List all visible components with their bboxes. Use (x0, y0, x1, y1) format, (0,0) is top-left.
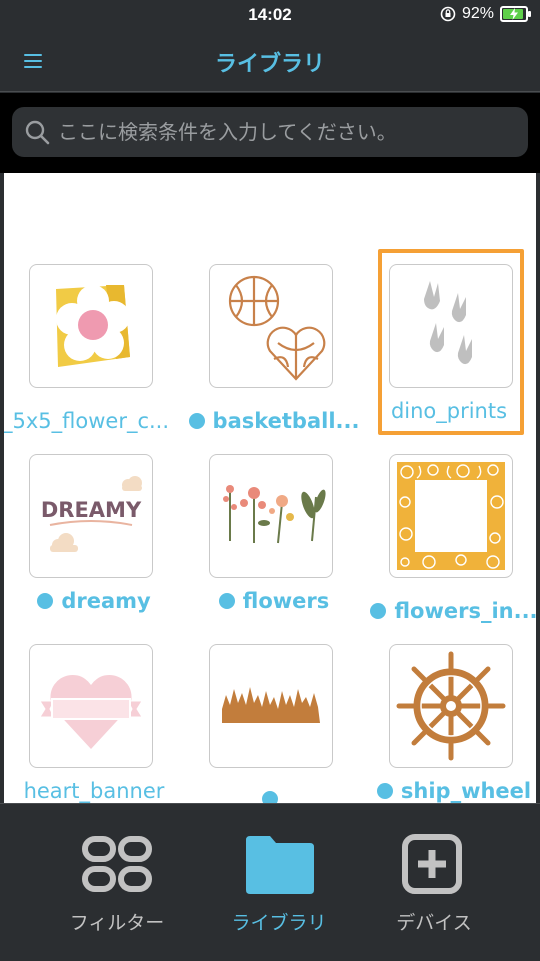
item-label[interactable]: _5x5_flower_c... (4, 409, 182, 433)
app-header: ライブラリ (0, 32, 540, 92)
library-grid: _5x5_flower_c... basketball... dino_prin… (4, 173, 536, 803)
forest-image (222, 687, 320, 723)
status-dot-icon (218, 593, 235, 609)
ship-wheel-image (396, 651, 506, 761)
dreamy-image: DREAMY (41, 476, 142, 552)
flowers-frame-image (397, 462, 505, 570)
status-dot-icon (376, 783, 393, 799)
battery-icon (500, 6, 531, 22)
folder-icon (246, 836, 314, 894)
item-thumb-forest[interactable] (209, 644, 333, 768)
dreamy-image-text: DREAMY (41, 498, 142, 522)
rotation-lock-icon (440, 6, 456, 22)
status-dot-icon (262, 791, 278, 803)
page-title: ライブラリ (214, 52, 325, 77)
item-label[interactable]: dreamy (4, 589, 184, 613)
flowers-image (223, 485, 326, 544)
device-add-icon (402, 834, 462, 894)
item-thumb-ship-wheel[interactable] (389, 644, 513, 768)
heart-banner-image (39, 674, 143, 749)
status-dot-icon (37, 593, 54, 609)
search-input[interactable] (58, 120, 518, 144)
basketball-image (228, 275, 326, 381)
flower-card-image (56, 285, 130, 367)
item-label[interactable]: flowers_in... (364, 599, 536, 623)
item-label[interactable]: flowers (184, 589, 364, 613)
item-label[interactable]: heart_banner (4, 779, 184, 803)
item-label[interactable]: ship_wheel (364, 779, 536, 803)
tab-library[interactable]: ライブラリ (189, 804, 369, 961)
item-thumb-flower-card[interactable] (29, 264, 153, 388)
item-label[interactable] (184, 787, 364, 803)
search-box[interactable] (12, 107, 528, 157)
status-right: 92% (440, 5, 531, 23)
dino-prints-image (424, 281, 472, 365)
battery-percent: 92% (461, 5, 494, 22)
bottom-tab-bar: フィルター ライブラリ デバイス (0, 803, 540, 960)
item-thumb-dreamy[interactable]: DREAMY (29, 454, 153, 578)
search-icon (25, 120, 50, 145)
search-area (0, 93, 540, 173)
item-label[interactable]: basketball... (184, 409, 364, 433)
tab-filter[interactable]: フィルター (27, 804, 207, 961)
tab-device[interactable]: デバイス (344, 804, 524, 961)
tab-label: ライブラリ (231, 912, 327, 934)
filter-icon (82, 836, 152, 892)
tab-label: フィルター (69, 912, 165, 934)
tab-label: デバイス (396, 912, 472, 934)
status-dot-icon (370, 603, 387, 619)
item-thumb-basketball[interactable] (209, 264, 333, 388)
item-thumb-dino-prints[interactable] (389, 264, 513, 388)
status-dot-icon (188, 413, 205, 429)
item-thumb-heart-banner[interactable] (29, 644, 153, 768)
status-bar: 14:02 92% (0, 0, 540, 32)
item-label[interactable]: dino_prints (359, 399, 536, 423)
item-thumb-flowers[interactable] (209, 454, 333, 578)
item-thumb-flowers-in[interactable] (389, 454, 513, 578)
